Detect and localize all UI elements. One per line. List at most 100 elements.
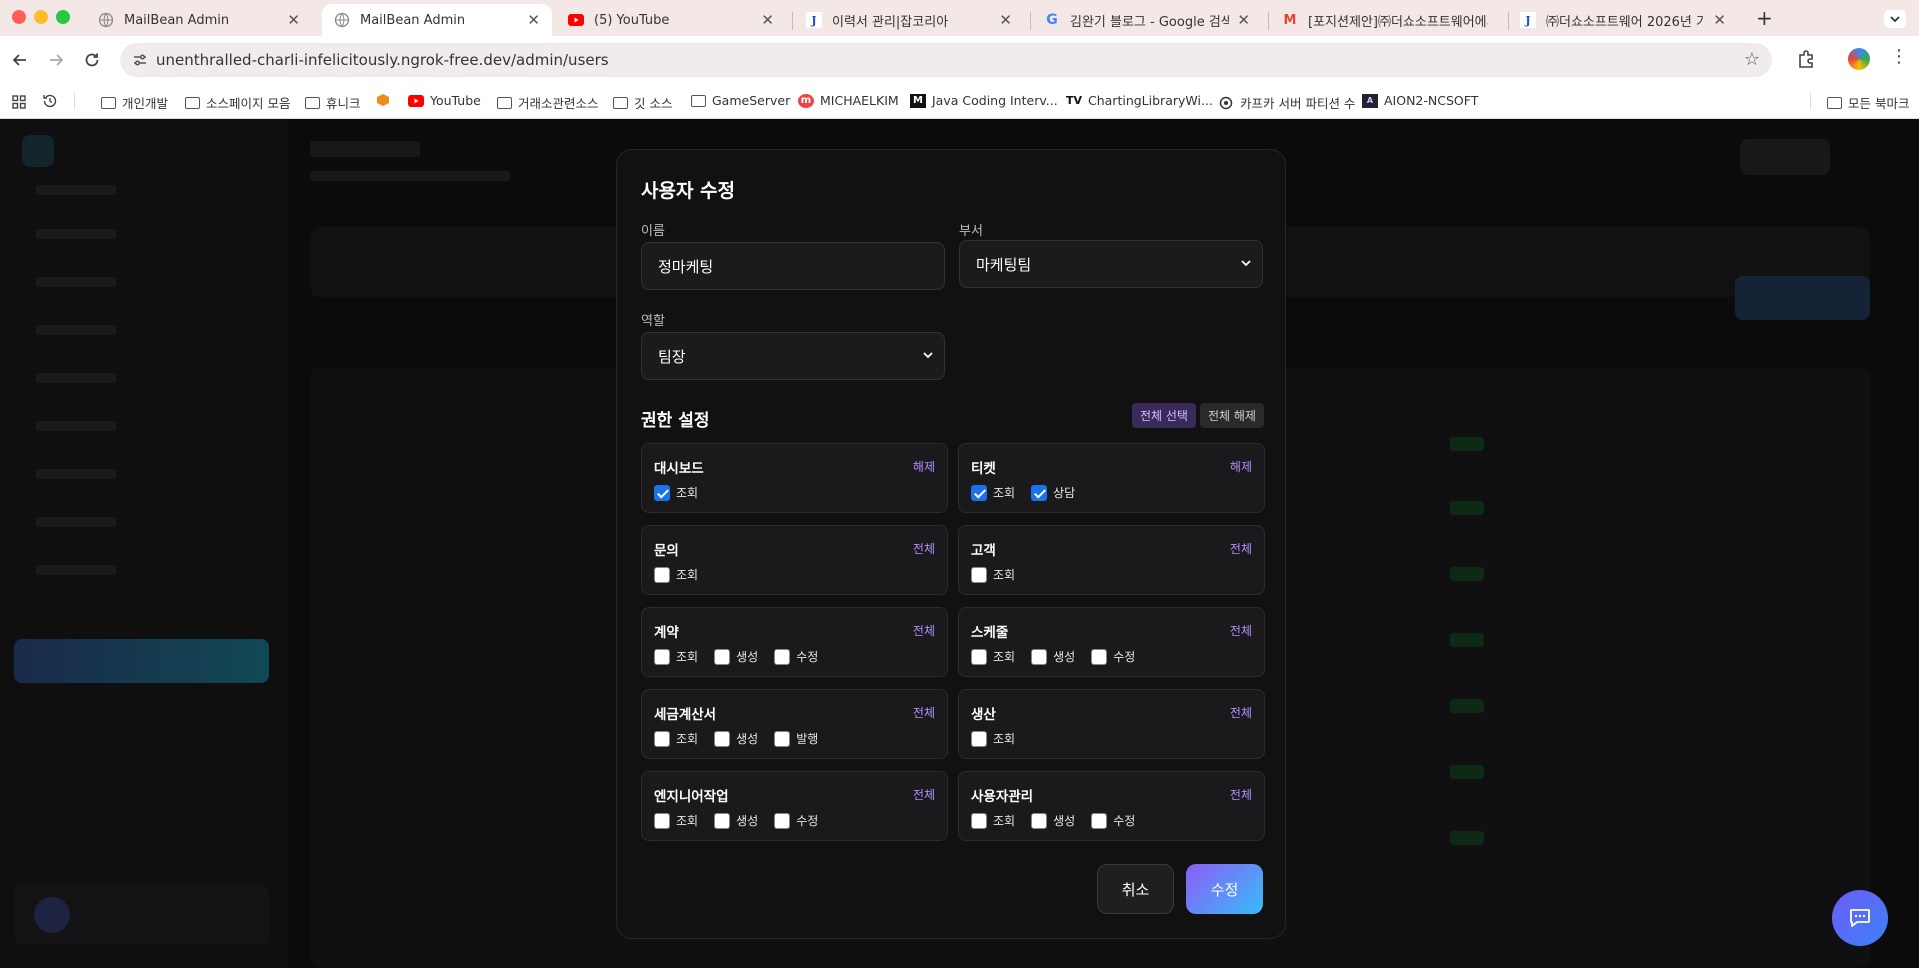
bookmark-item[interactable]: 소스페이지 모음 <box>184 93 290 112</box>
permission-checkbox[interactable]: 생성 <box>714 648 758 665</box>
close-tab-icon[interactable]: ✕ <box>1713 11 1726 29</box>
checkbox[interactable] <box>654 730 670 747</box>
checkbox[interactable] <box>714 812 731 829</box>
close-tab-icon[interactable]: ✕ <box>527 11 540 29</box>
permission-checkbox[interactable]: 조회 <box>971 484 1015 501</box>
clear-all-button[interactable]: 전체 해제 <box>1200 403 1264 428</box>
department-select[interactable]: 마케팅팀 <box>959 240 1263 288</box>
bookmark-item[interactable]: M Java Coding Interv... <box>910 93 1058 108</box>
site-info-icon[interactable] <box>132 52 148 68</box>
checkbox[interactable] <box>654 648 670 665</box>
bookmark-item[interactable] <box>375 93 397 107</box>
permission-checkbox[interactable]: 조회 <box>971 730 1015 747</box>
bookmark-item[interactable]: 개인개발 <box>100 93 168 112</box>
bookmark-star-icon[interactable]: ☆ <box>1744 49 1760 70</box>
checkbox[interactable] <box>654 566 670 583</box>
permission-checkbox[interactable]: 발행 <box>774 730 818 747</box>
close-tab-icon[interactable]: ✕ <box>1237 11 1250 29</box>
history-icon[interactable] <box>42 93 58 113</box>
permission-checkbox[interactable]: 조회 <box>654 812 698 829</box>
bookmark-item[interactable]: A AION2-NCSOFT <box>1362 93 1478 108</box>
checkbox-checked[interactable] <box>1031 484 1048 501</box>
group-toggle-link[interactable]: 전체 <box>1230 704 1252 721</box>
checkbox[interactable] <box>714 648 731 665</box>
profile-avatar[interactable] <box>1848 48 1870 70</box>
extensions-button[interactable] <box>1796 48 1818 74</box>
checkbox-checked[interactable] <box>654 484 670 501</box>
bookmark-item[interactable]: GameServer <box>690 93 790 108</box>
new-tab-button[interactable]: + <box>1756 6 1773 30</box>
group-toggle-link[interactable]: 전체 <box>913 786 935 803</box>
checkbox[interactable] <box>971 566 987 583</box>
permission-checkbox[interactable]: 조회 <box>654 484 698 501</box>
role-select[interactable]: 팀장 <box>641 332 945 380</box>
group-toggle-link[interactable]: 전체 <box>1230 540 1252 557</box>
browser-tab-active[interactable]: MailBean Admin ✕ <box>322 4 552 36</box>
browser-tab[interactable]: G 김완기 블로그 - Google 검색 ✕ <box>1032 4 1262 36</box>
checkbox[interactable] <box>1031 648 1048 665</box>
select-all-button[interactable]: 전체 선택 <box>1132 403 1196 428</box>
permission-checkbox[interactable]: 수정 <box>1091 648 1135 665</box>
checkbox[interactable] <box>971 648 987 665</box>
permission-checkbox[interactable]: 생성 <box>1031 812 1075 829</box>
chat-button[interactable] <box>1832 890 1888 946</box>
checkbox[interactable] <box>714 730 731 747</box>
group-toggle-link[interactable]: 해제 <box>913 458 935 475</box>
close-tab-icon[interactable]: ✕ <box>287 11 300 29</box>
checkbox[interactable] <box>1091 648 1108 665</box>
checkbox[interactable] <box>971 812 987 829</box>
group-toggle-link[interactable]: 전체 <box>913 704 935 721</box>
checkbox[interactable] <box>774 812 791 829</box>
checkbox[interactable] <box>1091 812 1108 829</box>
permission-checkbox[interactable]: 조회 <box>654 730 698 747</box>
reload-button[interactable] <box>80 48 104 72</box>
checkbox[interactable] <box>1031 812 1048 829</box>
close-tab-icon[interactable]: ✕ <box>761 11 774 29</box>
permission-checkbox[interactable]: 수정 <box>1091 812 1135 829</box>
permission-checkbox[interactable]: 생성 <box>714 812 758 829</box>
bookmark-item[interactable]: 휴니크 <box>304 93 361 112</box>
bookmark-item[interactable]: TV ChartingLibraryWi... <box>1066 93 1213 108</box>
minimize-window-button[interactable] <box>34 10 48 24</box>
all-bookmarks-button[interactable]: 모든 북마크 <box>1826 93 1909 112</box>
permission-checkbox[interactable]: 생성 <box>714 730 758 747</box>
close-tab-icon[interactable]: ✕ <box>999 11 1012 29</box>
permission-checkbox[interactable]: 수정 <box>774 648 818 665</box>
browser-tab[interactable]: (5) YouTube ✕ <box>556 4 786 36</box>
checkbox[interactable] <box>774 730 791 747</box>
permission-checkbox[interactable]: 조회 <box>654 566 698 583</box>
browser-tab[interactable]: J 이력서 관리|잡코리아 ✕ <box>794 4 1024 36</box>
permission-checkbox[interactable]: 조회 <box>971 648 1015 665</box>
permission-checkbox[interactable]: 수정 <box>774 812 818 829</box>
back-button[interactable] <box>8 48 32 72</box>
group-toggle-link[interactable]: 전체 <box>1230 622 1252 639</box>
bookmark-item[interactable]: 카프카 서버 파티션 수 <box>1218 93 1355 112</box>
browser-tab[interactable]: J ㈜더쇼소프트웨어 2026년 기업정보 ✕ <box>1508 4 1738 36</box>
kebab-menu-icon[interactable]: ⋮ <box>1890 46 1908 67</box>
bookmark-item[interactable]: m MICHAELKIM <box>798 93 899 108</box>
tab-search-button[interactable] <box>1884 10 1906 28</box>
permission-checkbox[interactable]: 상담 <box>1031 484 1075 501</box>
group-toggle-link[interactable]: 전체 <box>913 540 935 557</box>
permission-checkbox[interactable]: 생성 <box>1031 648 1075 665</box>
permission-checkbox[interactable]: 조회 <box>971 566 1015 583</box>
forward-button[interactable] <box>44 48 68 72</box>
bookmark-item[interactable]: YouTube <box>408 93 481 108</box>
checkbox[interactable] <box>971 730 987 747</box>
group-toggle-link[interactable]: 해제 <box>1230 458 1252 475</box>
cancel-button[interactable]: 취소 <box>1097 864 1174 914</box>
checkbox[interactable] <box>654 812 670 829</box>
address-bar[interactable]: unenthralled-charli-infelicitously.ngrok… <box>120 43 1772 77</box>
bookmark-item[interactable]: 거래소관련소스 <box>496 93 599 112</box>
permission-checkbox[interactable]: 조회 <box>971 812 1015 829</box>
group-toggle-link[interactable]: 전체 <box>913 622 935 639</box>
name-input[interactable]: 정마케팅 <box>641 242 945 290</box>
submit-button[interactable]: 수정 <box>1186 864 1263 914</box>
checkbox-checked[interactable] <box>971 484 987 501</box>
close-window-button[interactable] <box>12 10 26 24</box>
group-toggle-link[interactable]: 전체 <box>1230 786 1252 803</box>
bookmark-item[interactable]: 깃 소스 <box>612 93 672 112</box>
apps-grid-icon[interactable] <box>12 94 26 113</box>
permission-checkbox[interactable]: 조회 <box>654 648 698 665</box>
browser-tab[interactable]: M [포지션제안]㈜더쇼소프트웨어에서 최 <box>1270 4 1500 36</box>
